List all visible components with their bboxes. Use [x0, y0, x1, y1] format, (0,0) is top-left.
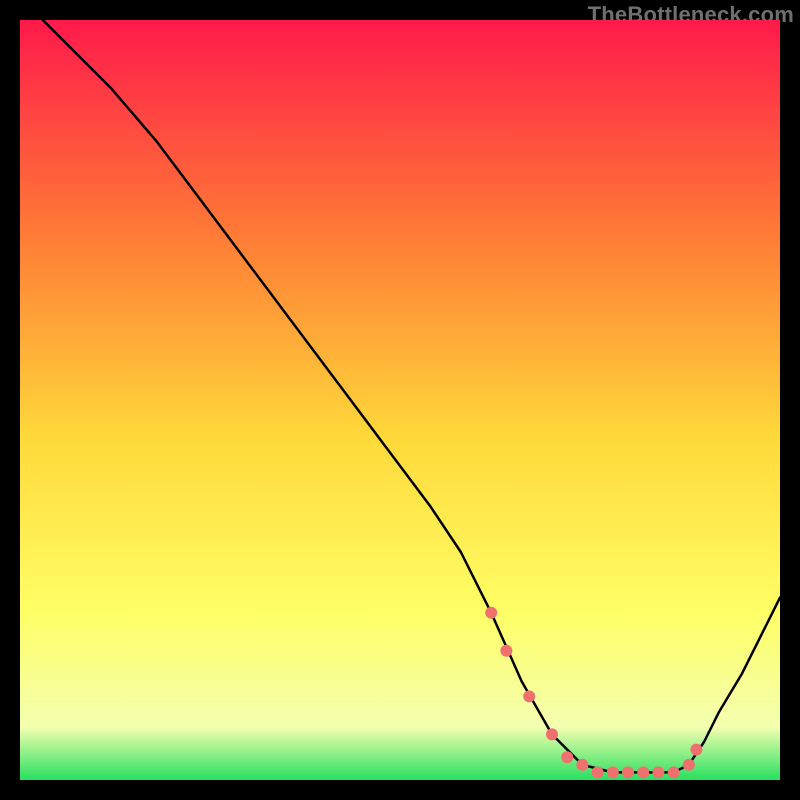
sample-point [622, 766, 634, 778]
sample-point [485, 607, 497, 619]
sample-point [690, 744, 702, 756]
chart-svg [20, 20, 780, 780]
sample-point [576, 759, 588, 771]
sample-point [592, 766, 604, 778]
chart-frame: TheBottleneck.com [0, 0, 800, 800]
sample-point [683, 759, 695, 771]
gradient-background [20, 20, 780, 780]
sample-point [607, 766, 619, 778]
sample-point [668, 766, 680, 778]
sample-point [523, 690, 535, 702]
sample-point [637, 766, 649, 778]
sample-point [500, 645, 512, 657]
sample-point [561, 751, 573, 763]
plot-area [20, 20, 780, 780]
sample-point [652, 766, 664, 778]
sample-point [546, 728, 558, 740]
